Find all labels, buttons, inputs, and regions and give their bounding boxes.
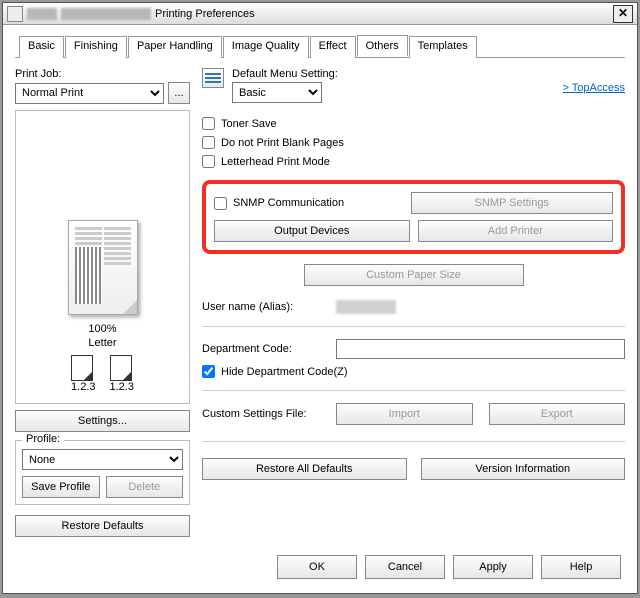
custom-paper-size-button[interactable]: Custom Paper Size [304, 264, 524, 286]
title-bar: Printing Preferences ✕ [3, 3, 637, 25]
tab-paper-handling[interactable]: Paper Handling [128, 36, 222, 58]
tab-finishing[interactable]: Finishing [65, 36, 127, 58]
department-code-input[interactable] [336, 339, 625, 359]
stack-2: 1.2.3 [110, 355, 134, 393]
restore-defaults-button[interactable]: Restore Defaults [15, 515, 190, 537]
settings-button[interactable]: Settings... [15, 410, 190, 432]
import-button[interactable]: Import [336, 403, 473, 425]
ok-button[interactable]: OK [277, 555, 357, 579]
tab-basic[interactable]: Basic [19, 36, 64, 58]
add-printer-button[interactable]: Add Printer [418, 220, 614, 242]
topaccess-link[interactable]: > TopAccess [563, 82, 625, 94]
highlighted-region: SNMP Communication SNMP Settings Output … [202, 180, 625, 254]
close-button[interactable]: ✕ [613, 5, 633, 23]
profile-select[interactable]: None [22, 449, 183, 470]
output-devices-button[interactable]: Output Devices [214, 220, 410, 242]
alias-value-redacted [336, 300, 396, 314]
separator [202, 326, 625, 327]
separator [202, 441, 625, 442]
tab-bar: Basic Finishing Paper Handling Image Qua… [15, 35, 625, 58]
print-job-select[interactable]: Normal Print [15, 83, 164, 104]
zoom-label: 100% [88, 323, 116, 335]
export-button[interactable]: Export [489, 403, 626, 425]
print-job-more-button[interactable]: ... [168, 82, 190, 104]
hide-department-checkbox[interactable]: Hide Department Code(Z) [202, 365, 625, 378]
tab-image-quality[interactable]: Image Quality [223, 36, 309, 58]
save-profile-button[interactable]: Save Profile [22, 476, 100, 498]
alias-label: User name (Alias): [202, 301, 332, 313]
printing-preferences-window: Printing Preferences ✕ Basic Finishing P… [2, 2, 638, 594]
snmp-comm-checkbox[interactable]: SNMP Communication [214, 192, 403, 214]
redacted-text [27, 8, 57, 20]
print-job-label: Print Job: [15, 68, 190, 80]
page-thumbnail [68, 220, 138, 315]
department-code-label: Department Code: [202, 343, 332, 355]
paper-label: Letter [88, 337, 116, 349]
menu-icon [202, 68, 224, 88]
cancel-button[interactable]: Cancel [365, 555, 445, 579]
profile-group-label: Profile: [22, 433, 64, 445]
tab-effect[interactable]: Effect [310, 36, 356, 58]
page-preview: 100% Letter 1.2.3 1.2.3 [15, 110, 190, 404]
window-title: Printing Preferences [155, 8, 255, 20]
toner-save-checkbox[interactable]: Toner Save [202, 117, 625, 130]
snmp-settings-button[interactable]: SNMP Settings [411, 192, 614, 214]
separator [202, 390, 625, 391]
stack-1: 1.2.3 [71, 355, 95, 393]
delete-profile-button[interactable]: Delete [106, 476, 184, 498]
tab-others[interactable]: Others [357, 35, 408, 57]
blank-pages-checkbox[interactable]: Do not Print Blank Pages [202, 136, 625, 149]
help-button[interactable]: Help [541, 555, 621, 579]
redacted-text [61, 8, 151, 20]
apply-button[interactable]: Apply [453, 555, 533, 579]
custom-settings-label: Custom Settings File: [202, 408, 332, 420]
dialog-footer: OK Cancel Apply Help [3, 545, 637, 593]
letterhead-checkbox[interactable]: Letterhead Print Mode [202, 155, 625, 168]
printer-icon [7, 6, 23, 22]
default-menu-select[interactable]: Basic [232, 82, 322, 103]
version-info-button[interactable]: Version Information [421, 458, 626, 480]
tab-templates[interactable]: Templates [409, 36, 477, 58]
restore-all-defaults-button[interactable]: Restore All Defaults [202, 458, 407, 480]
default-menu-label: Default Menu Setting: [232, 68, 338, 80]
